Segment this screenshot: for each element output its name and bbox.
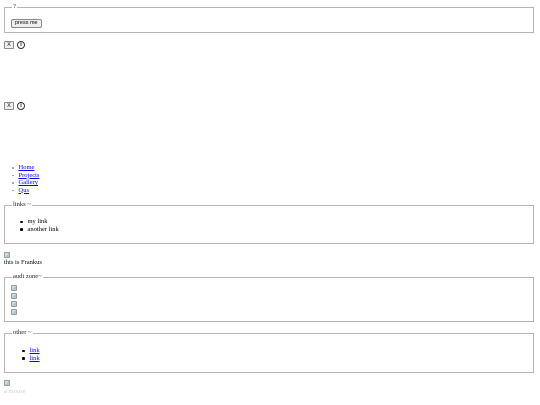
- list-item-text: my link: [27, 218, 48, 226]
- links-list: my link another link: [20, 218, 59, 233]
- list-item: my link: [20, 218, 59, 226]
- other-links-list: link link: [22, 347, 40, 362]
- other-link[interactable]: link: [30, 347, 40, 354]
- list-item: link: [22, 347, 40, 355]
- nav-link-projects[interactable]: Projects: [19, 172, 40, 179]
- nav-link-home[interactable]: Home: [19, 164, 35, 171]
- control-row-1: X i: [4, 41, 25, 49]
- control-row-2: X i: [4, 102, 25, 110]
- bullet-icon: [12, 182, 14, 184]
- bullet-icon: [12, 174, 14, 176]
- bullet-icon: [12, 167, 14, 169]
- audi-zone-legend: audi zone~: [12, 273, 43, 281]
- info-icon[interactable]: i: [17, 41, 25, 49]
- broken-image-icon[interactable]: [11, 285, 17, 291]
- bullet-icon: [22, 357, 25, 360]
- bullet-icon: [22, 349, 25, 352]
- faded-caption: a mouse: [4, 388, 26, 395]
- nav-list: Home Projects Gallery Qus: [12, 164, 39, 194]
- bullet-icon: [20, 228, 23, 231]
- nav-link-gallery[interactable]: Gallery: [19, 179, 39, 186]
- broken-image-icon[interactable]: [11, 301, 17, 307]
- nav-item-home: Home: [12, 164, 39, 172]
- audi-zone-fieldset: audi zone~: [4, 273, 534, 322]
- broken-image-icon: [4, 252, 10, 258]
- close-button[interactable]: X: [4, 102, 14, 110]
- list-item-text: another link: [27, 225, 59, 233]
- other-link[interactable]: link: [30, 355, 40, 362]
- close-button[interactable]: X: [4, 41, 14, 49]
- top-fieldset-legend: ?: [12, 3, 17, 11]
- nav-item-projects: Projects: [12, 172, 39, 180]
- nav-item-gallery: Gallery: [12, 179, 39, 187]
- press-me-button[interactable]: press me: [11, 19, 42, 28]
- info-icon[interactable]: i: [17, 102, 25, 110]
- top-fieldset: ? press me: [4, 3, 534, 33]
- broken-image-icon[interactable]: [11, 309, 17, 315]
- profile-caption: this is Frankus: [4, 259, 42, 266]
- links-fieldset-legend: links ~: [12, 201, 32, 209]
- broken-image-icon: [4, 380, 10, 386]
- links-fieldset: links ~ my link another link: [4, 201, 534, 244]
- list-item: link: [22, 355, 40, 363]
- other-fieldset: other ~ link link: [4, 329, 534, 373]
- bullet-icon: [20, 220, 23, 223]
- bullet-icon: [12, 189, 14, 191]
- other-fieldset-legend: other ~: [12, 329, 33, 337]
- broken-image-icon[interactable]: [11, 293, 17, 299]
- list-item: another link: [20, 226, 59, 234]
- nav-link-qus[interactable]: Qus: [19, 187, 29, 194]
- nav-item-qus: Qus: [12, 187, 39, 195]
